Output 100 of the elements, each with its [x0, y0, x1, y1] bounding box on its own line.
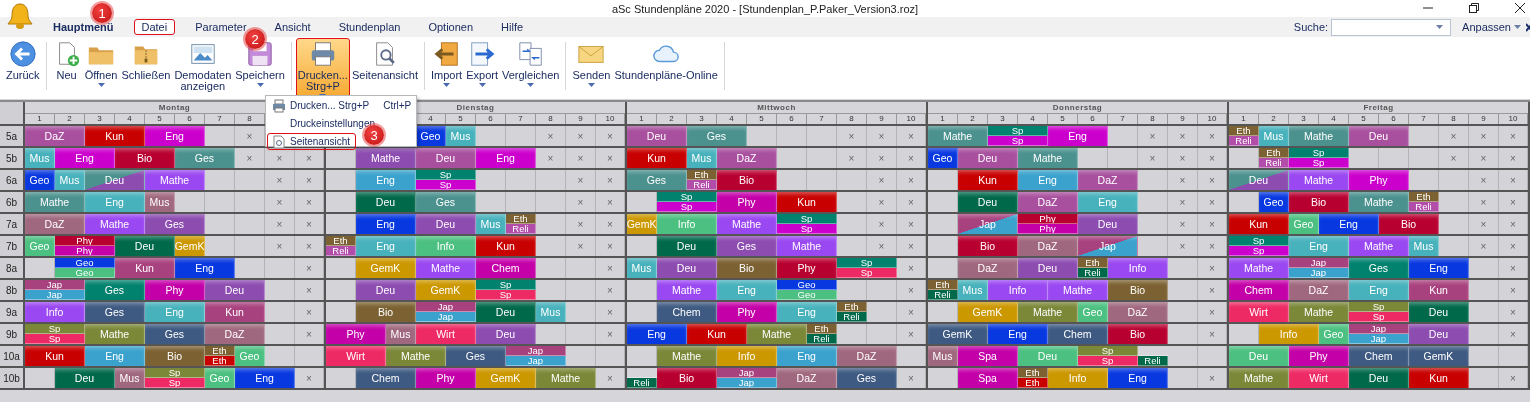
lesson-block[interactable]: Geo: [1078, 302, 1108, 322]
lesson-block[interactable]: Phy: [1349, 170, 1409, 190]
lesson-block[interactable]: Deu: [657, 258, 717, 278]
menu-tab[interactable]: Datei: [133, 19, 176, 35]
lesson-block[interactable]: Geo: [235, 346, 265, 366]
lesson-block[interactable]: Bio: [1289, 192, 1349, 212]
lesson-block[interactable]: Geo: [25, 236, 55, 256]
lesson-block[interactable]: Phy: [717, 192, 777, 212]
lesson-block[interactable]: Spa: [958, 368, 1018, 388]
toolbar-button[interactable]: Stundenpläne-Online: [612, 38, 720, 83]
lesson-block[interactable]: Deu: [627, 126, 687, 146]
lesson-block[interactable]: DaZ: [717, 148, 777, 168]
lesson-block[interactable]: Mathe: [1349, 192, 1409, 212]
lesson-block[interactable]: Kun: [25, 346, 85, 366]
lesson-block[interactable]: Mus: [627, 258, 657, 278]
close-icon[interactable]: [1514, 2, 1526, 14]
lesson-block[interactable]: Geo: [25, 170, 55, 190]
lesson-block[interactable]: Bio: [717, 258, 777, 278]
lesson-block[interactable]: Bio: [115, 148, 175, 168]
lesson-block[interactable]: Info: [1108, 258, 1168, 278]
lesson-block[interactable]: Eng: [85, 192, 145, 212]
restore-icon[interactable]: [1468, 2, 1480, 14]
lesson-block[interactable]: GemK: [1409, 346, 1469, 366]
lesson-block[interactable]: Deu: [1409, 324, 1469, 344]
lesson-block[interactable]: Kun: [476, 236, 536, 256]
lesson-block[interactable]: Reli: [627, 378, 657, 388]
search-field[interactable]: [1331, 18, 1452, 36]
lesson-block[interactable]: Eng: [1108, 368, 1168, 388]
lesson-block[interactable]: Eth: [1018, 378, 1048, 388]
lesson-block[interactable]: Mathe: [145, 170, 205, 190]
lesson-block[interactable]: Mus: [476, 214, 506, 234]
lesson-block[interactable]: Eng: [1319, 214, 1379, 234]
lesson-block[interactable]: Reli: [837, 312, 867, 322]
lesson-block[interactable]: Bio: [145, 346, 205, 366]
lesson-block[interactable]: Mathe: [1349, 236, 1409, 256]
lesson-block[interactable]: Chem: [1048, 324, 1108, 344]
menu-tab[interactable]: Hilfe: [493, 19, 532, 35]
lesson-block[interactable]: Mathe: [928, 126, 988, 146]
toolbar-button[interactable]: Demodaten anzeigen: [172, 38, 234, 94]
lesson-block[interactable]: Reli: [687, 180, 717, 190]
lesson-block[interactable]: Mathe: [657, 280, 717, 300]
lesson-block[interactable]: Mus: [536, 302, 566, 322]
lesson-block[interactable]: Mathe: [1289, 302, 1349, 322]
toolbar-button[interactable]: Seitenansicht: [349, 38, 420, 83]
lesson-block[interactable]: Deu: [205, 280, 265, 300]
lesson-block[interactable]: Eng: [175, 258, 235, 278]
lesson-block[interactable]: Bio: [1108, 280, 1168, 300]
lesson-block[interactable]: Mathe: [717, 214, 777, 234]
lesson-block[interactable]: DaZ: [1018, 236, 1078, 256]
lesson-block[interactable]: Kun: [777, 192, 837, 212]
toolbar-button[interactable]: Schließen: [119, 38, 173, 83]
lesson-block[interactable]: Deu: [1229, 170, 1289, 190]
lesson-block[interactable]: Mathe: [416, 258, 476, 278]
lesson-block[interactable]: Ges: [175, 148, 235, 168]
lesson-block[interactable]: DaZ: [205, 324, 265, 344]
lesson-block[interactable]: Eng: [145, 302, 205, 322]
lesson-block[interactable]: DaZ: [25, 214, 85, 234]
lesson-block[interactable]: Info: [416, 236, 476, 256]
lesson-block[interactable]: Eng: [235, 368, 295, 388]
lesson-block[interactable]: DaZ: [1078, 170, 1138, 190]
lesson-block[interactable]: Jap: [958, 214, 1018, 234]
lesson-block[interactable]: Deu: [1349, 368, 1409, 388]
lesson-block[interactable]: DaZ: [837, 346, 897, 366]
lesson-block[interactable]: Eng: [85, 346, 145, 366]
lesson-block[interactable]: Geo: [1319, 324, 1349, 344]
lesson-block[interactable]: Deu: [657, 236, 717, 256]
lesson-block[interactable]: Bio: [657, 368, 717, 388]
lesson-block[interactable]: Reli: [326, 246, 356, 256]
lesson-block[interactable]: Eth: [205, 356, 235, 366]
lesson-block[interactable]: Bio: [1108, 324, 1168, 344]
lesson-block[interactable]: Eng: [1289, 236, 1349, 256]
menu-tab[interactable]: Ansicht: [266, 19, 319, 35]
lesson-block[interactable]: Ges: [416, 192, 476, 212]
lesson-block[interactable]: Deu: [55, 368, 115, 388]
lesson-block[interactable]: Geo: [205, 368, 235, 388]
lesson-block[interactable]: Geo: [55, 268, 115, 278]
lesson-block[interactable]: DaZ: [1108, 302, 1168, 322]
lesson-block[interactable]: DaZ: [777, 368, 837, 388]
lesson-block[interactable]: Deu: [1409, 302, 1469, 322]
toolbar-button[interactable]: Export: [464, 38, 500, 89]
lesson-block[interactable]: Deu: [356, 192, 416, 212]
lesson-block[interactable]: Eng: [988, 324, 1048, 344]
lesson-block[interactable]: Reli: [1078, 268, 1108, 278]
lesson-block[interactable]: DaZ: [25, 126, 85, 146]
lesson-block[interactable]: Eng: [145, 126, 205, 146]
menu-tab[interactable]: Optionen: [420, 19, 482, 35]
lesson-block[interactable]: Mathe: [356, 148, 416, 168]
lesson-block[interactable]: GemK: [416, 280, 476, 300]
lesson-block[interactable]: Mathe: [747, 324, 807, 344]
menu-item[interactable]: Seitenansicht: [267, 133, 356, 150]
lesson-block[interactable]: Mus: [386, 324, 416, 344]
lesson-block[interactable]: Deu: [1018, 258, 1078, 278]
lesson-block[interactable]: Geo: [416, 126, 446, 146]
lesson-block[interactable]: Mathe: [777, 236, 837, 256]
lesson-block[interactable]: Bio: [717, 170, 777, 190]
toolbar-button[interactable]: Öffnen: [82, 38, 120, 89]
lesson-block[interactable]: Eng: [777, 346, 837, 366]
lesson-block[interactable]: Eng: [356, 170, 416, 190]
lesson-block[interactable]: Info: [988, 280, 1048, 300]
lesson-block[interactable]: Deu: [416, 214, 476, 234]
